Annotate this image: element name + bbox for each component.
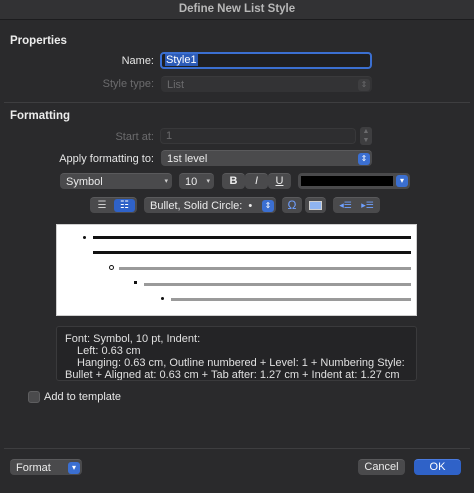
bullet-level-4 [161,297,164,300]
name-input[interactable]: Style1 [160,52,372,69]
add-to-template-checkbox[interactable] [28,391,40,403]
preview-line-level-4 [171,298,411,301]
italic-button[interactable]: I [245,173,268,189]
font-name-value: Symbol [66,176,103,188]
chevron-updown-icon: ⇕ [262,200,274,212]
chevron-updown-icon: ⇕ [358,79,370,91]
separator [4,448,470,449]
description-line: Left: 0.63 cm [77,345,141,357]
chevron-down-icon: ▾ [206,178,210,185]
preview-line-level-1 [93,236,411,239]
font-color-picker[interactable]: ▾ [298,173,410,189]
formatting-heading: Formatting [10,110,71,122]
increase-indent-icon[interactable]: ▸☰ [357,199,378,212]
description-line: Hanging: 0.63 cm, Outline numbered + Lev… [77,357,405,369]
apply-formatting-label: Apply formatting to: [59,153,154,165]
start-at-label: Start at: [115,131,154,143]
ok-button[interactable]: OK [414,459,461,475]
start-at-stepper: ▲ ▼ [360,127,372,145]
chevron-down-icon: ▾ [164,178,168,185]
start-at-value: 1 [166,130,173,142]
symbol-icon[interactable]: Ω [282,197,302,213]
font-size-value: 10 [185,176,198,188]
format-menu-button[interactable]: Format ▾ [10,459,82,475]
apply-formatting-select[interactable]: 1st level ⇕ [161,150,372,166]
format-label: Format [16,462,51,474]
description-line: Bullet + Aligned at: 0.63 cm + Tab after… [65,369,400,381]
list-type-segmented[interactable]: ☰ ☷ [90,197,137,213]
chevron-down-icon: ▾ [68,462,80,474]
indent-segmented[interactable]: ◂☰ ▸☰ [333,197,380,213]
window-title: Define New List Style [0,0,474,20]
bullet-char: • [248,200,253,212]
cancel-button[interactable]: Cancel [358,459,405,475]
style-type-select: List ⇕ [161,76,372,92]
bullet-style-select[interactable]: Bullet, Solid Circle: • ⇕ [144,197,276,213]
font-name-select[interactable]: Symbol ▾ [60,173,172,189]
numbered-list-icon[interactable]: ☰ [92,199,112,212]
chevron-updown-icon: ⇕ [358,153,370,165]
preview-line-level-3 [144,283,411,286]
image-icon [309,201,322,210]
bullet-level-1 [83,236,86,239]
chevron-down-icon: ▾ [396,175,408,187]
separator [4,102,470,103]
bullet-level-3 [134,281,137,284]
font-size-select[interactable]: 10 ▾ [179,173,214,189]
style-type-label: Style type: [102,78,154,90]
list-preview [56,224,417,316]
underline-button[interactable]: U [268,173,291,189]
preview-line-level-1 [93,251,411,254]
add-to-template-label: Add to template [44,391,122,403]
decrease-indent-icon[interactable]: ◂☰ [335,199,356,212]
picture-bullet-icon[interactable] [305,197,326,213]
style-type-value: List [167,79,185,91]
bulleted-list-icon[interactable]: ☷ [114,199,135,212]
bold-button[interactable]: B [222,173,245,189]
font-color-swatch [301,176,393,186]
bullet-style-value: Bullet, Solid Circle: [150,200,243,212]
name-value: Style1 [165,54,198,66]
apply-formatting-value: 1st level [167,153,208,165]
bullet-level-2 [109,265,114,270]
description-line: Font: Symbol, 10 pt, Indent: [65,333,201,345]
name-label: Name: [121,55,154,67]
style-description: Font: Symbol, 10 pt, Indent: Left: 0.63 … [56,326,417,381]
start-at-input: 1 [160,128,356,144]
preview-line-level-2 [119,267,411,270]
properties-heading: Properties [10,35,67,47]
